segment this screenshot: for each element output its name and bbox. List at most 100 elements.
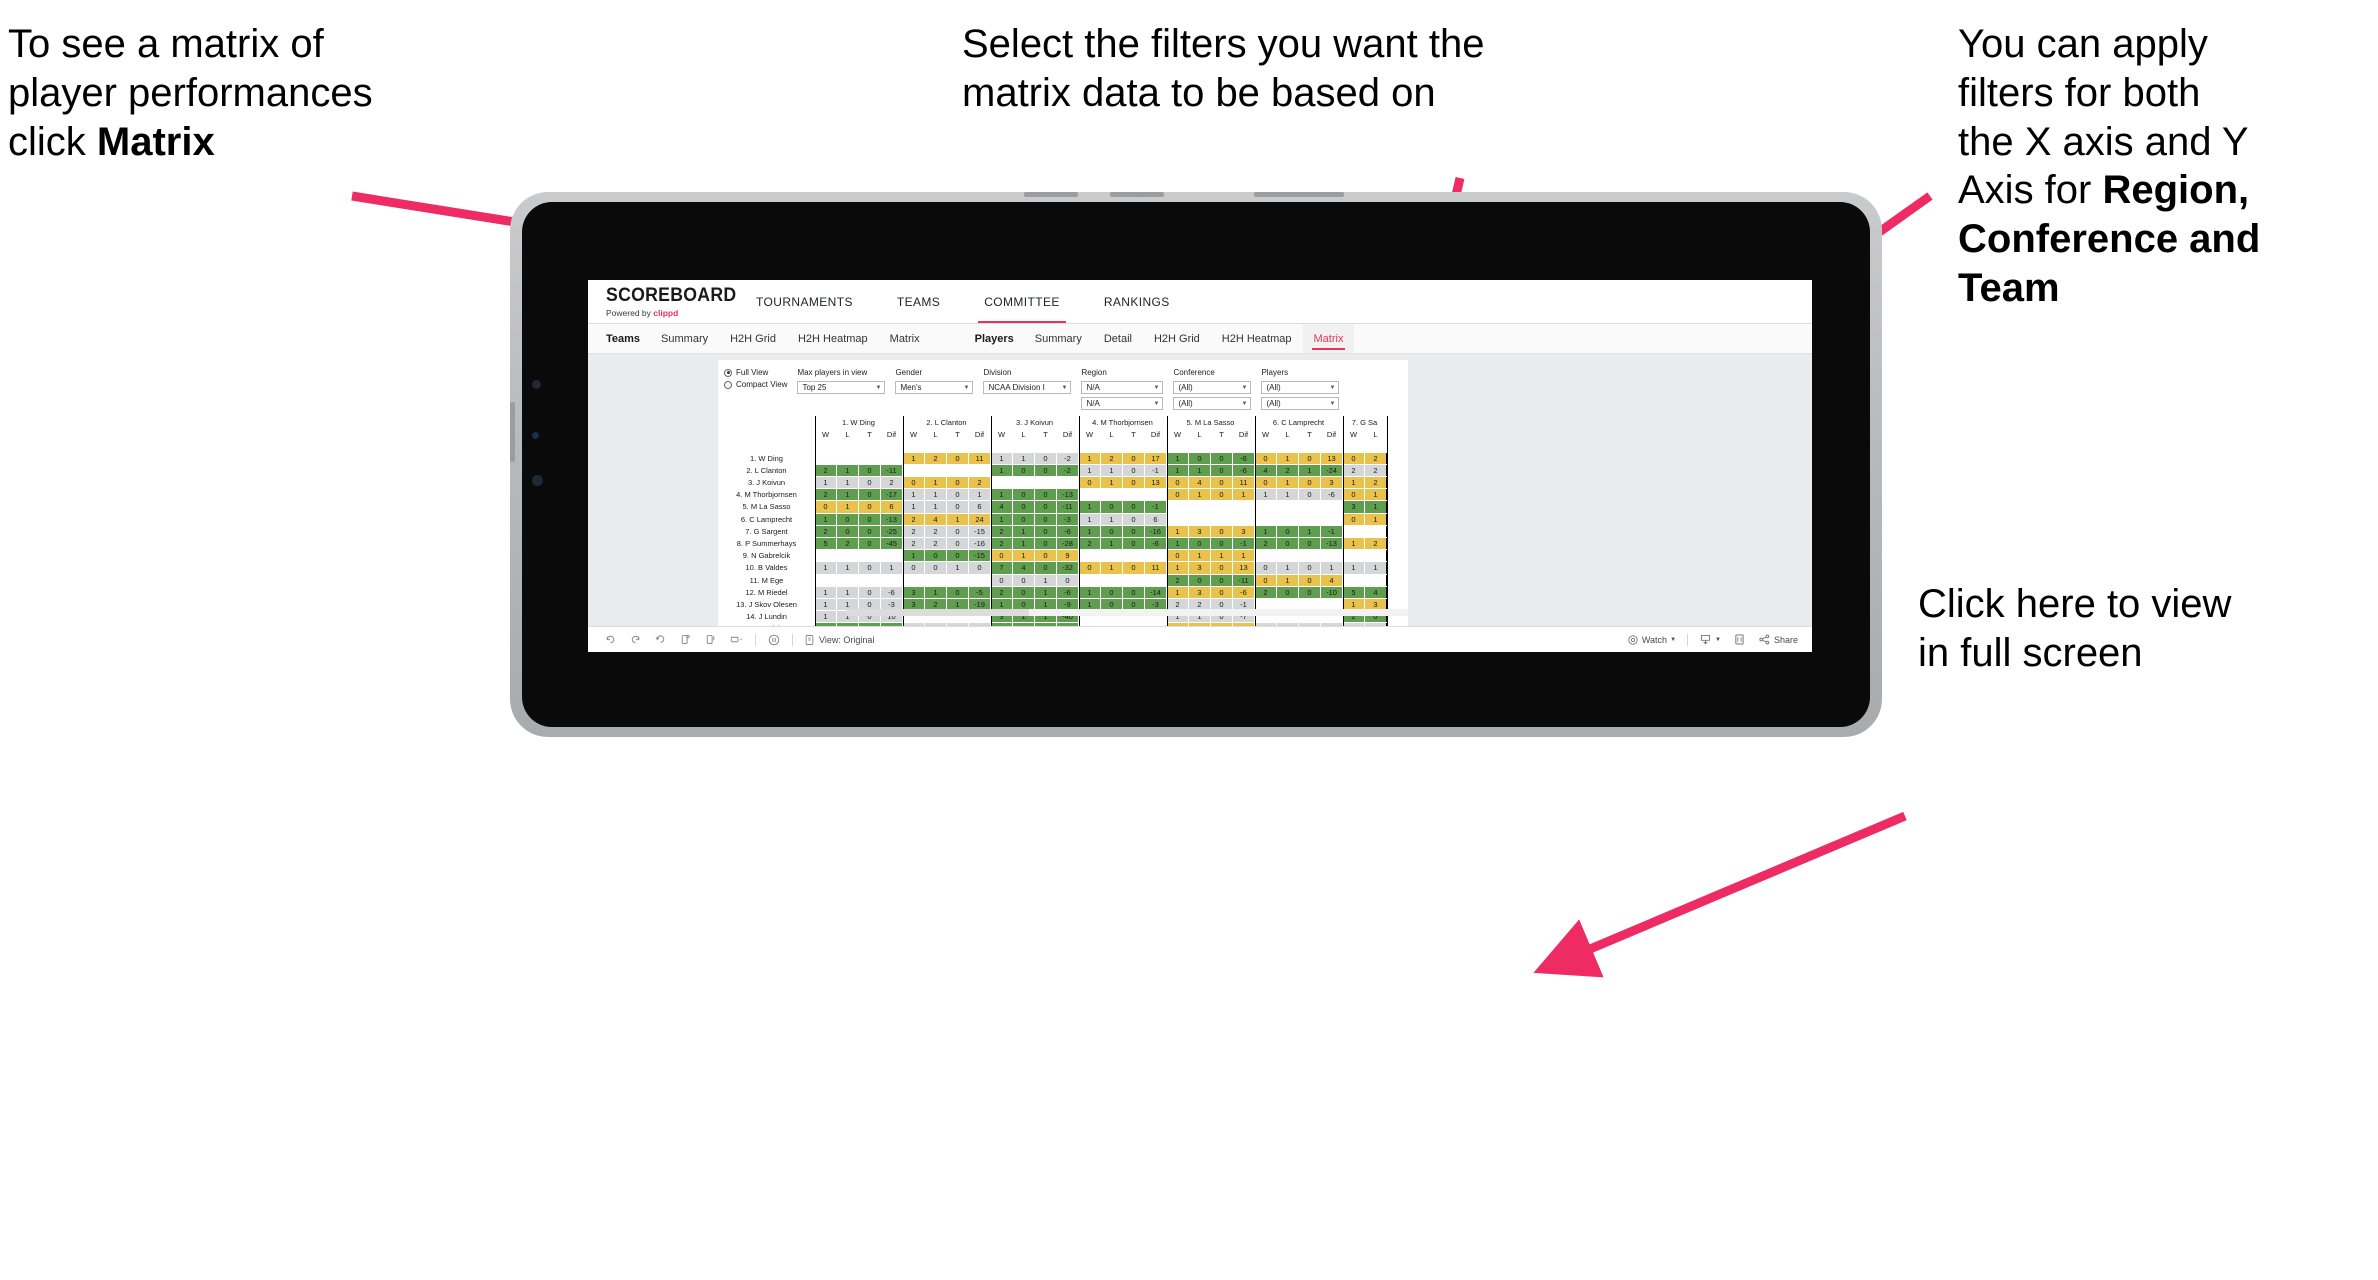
matrix-cell[interactable]: 0 (858, 500, 881, 514)
subnav-teams-matrix[interactable]: Matrix (879, 324, 931, 353)
matrix-row[interactable]: 10. B Valdes 1 1 0 1 0 0 1 0 7 4 0 -32 0 1 0 11 1 3 0 13 0 1 0 1… (718, 561, 1387, 575)
matrix-cell[interactable]: 0 (1100, 585, 1123, 600)
matrix-cell[interactable]: 0 (1188, 537, 1211, 551)
matrix-cell[interactable] (1100, 488, 1123, 502)
matrix-cell[interactable]: 0 (1342, 451, 1365, 465)
subnav-teams-summary[interactable]: Summary (650, 324, 719, 353)
matrix-cell[interactable] (946, 573, 969, 587)
matrix-cell[interactable]: 1 (1012, 524, 1035, 539)
matrix-cell[interactable]: 0 (1210, 488, 1233, 502)
matrix-cell[interactable] (814, 549, 837, 563)
matrix-cell[interactable]: 1 (814, 610, 837, 624)
matrix-cell[interactable]: 0 (1122, 524, 1145, 539)
matrix-cell[interactable]: 2 (1254, 585, 1277, 600)
matrix-cell[interactable]: 13 (1232, 561, 1255, 575)
matrix-cell[interactable] (1012, 475, 1035, 490)
matrix-cell[interactable]: 0 (1210, 561, 1233, 575)
matrix-cell[interactable]: -15 (968, 524, 991, 539)
matrix-cell[interactable]: 0 (1034, 512, 1057, 526)
matrix-cell[interactable]: 1 (1012, 537, 1035, 551)
matrix-cell[interactable]: 0 (1122, 451, 1145, 465)
matrix-cell[interactable]: 0 (1122, 475, 1145, 490)
volume-up-button[interactable] (1024, 192, 1078, 197)
matrix-row[interactable]: 11. M Ege 0 0 1 0 2 0 0 -11 0 1 0 4 (718, 573, 1387, 587)
matrix-cell[interactable]: 0 (1210, 463, 1233, 478)
matrix-cell[interactable]: 1 (1012, 549, 1035, 563)
undo-icon[interactable] (598, 633, 623, 646)
matrix-cell[interactable]: 2 (814, 488, 837, 502)
matrix-cell[interactable]: 7 (990, 561, 1013, 575)
matrix-cell[interactable]: 2 (1342, 463, 1365, 478)
matrix-cell[interactable]: 2 (924, 537, 947, 551)
matrix-cell[interactable]: 1 (1100, 512, 1123, 526)
device-layout-icon[interactable] (723, 633, 750, 646)
matrix-cell[interactable]: 1 (814, 475, 837, 490)
subnav-players-summary[interactable]: Summary (1024, 324, 1093, 353)
view-original-button[interactable]: View: Original (798, 634, 880, 646)
matrix-cell[interactable]: 1 (1276, 475, 1299, 490)
matrix-cell[interactable] (1232, 512, 1255, 526)
matrix-cell[interactable]: 13 (1320, 451, 1343, 465)
matrix-cell[interactable]: 0 (1122, 585, 1145, 600)
matrix-cell[interactable]: 0 (946, 451, 969, 465)
matrix-cell[interactable]: 1 (1188, 488, 1211, 502)
matrix-cell[interactable]: 1 (1364, 500, 1387, 514)
matrix-cell[interactable]: 0 (924, 549, 947, 563)
matrix-cell[interactable]: -45 (880, 537, 903, 551)
matrix-cell[interactable] (836, 549, 859, 563)
matrix-cell[interactable]: 0 (1166, 488, 1189, 502)
matrix-cell[interactable]: 0 (1210, 573, 1233, 587)
matrix-cell[interactable] (1056, 475, 1079, 490)
matrix-cell[interactable] (1364, 549, 1387, 563)
matrix-cell[interactable] (1320, 549, 1343, 563)
matrix-cell[interactable]: 0 (1210, 475, 1233, 490)
volume-down-button[interactable] (1110, 192, 1164, 197)
matrix-cell[interactable] (1122, 573, 1145, 587)
matrix-cell[interactable]: 0 (858, 561, 881, 575)
matrix-cell[interactable]: 1 (1342, 561, 1365, 575)
matrix-cell[interactable]: 0 (1210, 585, 1233, 600)
matrix-cell[interactable]: 0 (946, 524, 969, 539)
matrix-cell[interactable]: 1 (1166, 561, 1189, 575)
matrix-row[interactable]: 5. M La Sasso 0 1 0 6 1 1 0 6 4 0 0 -11 1 0 0 -1 3 1 (718, 500, 1387, 514)
filter-gender-select[interactable]: Men's ▼ (895, 381, 974, 394)
matrix-cell[interactable]: 1 (814, 561, 837, 575)
matrix-cell[interactable]: 1 (814, 598, 837, 612)
matrix-cell[interactable] (902, 463, 925, 478)
matrix-cell[interactable]: -3 (1056, 512, 1079, 526)
matrix-cell[interactable]: 1 (1188, 549, 1211, 563)
radio-compact-view[interactable]: Compact View (724, 380, 787, 389)
matrix-cell[interactable] (1144, 549, 1167, 563)
matrix-cell[interactable]: 2 (1364, 463, 1387, 478)
side-button[interactable] (510, 402, 515, 462)
matrix-cell[interactable]: 1 (836, 475, 859, 490)
matrix-cell[interactable] (1188, 500, 1211, 514)
matrix-cell[interactable]: 4 (1364, 585, 1387, 600)
matrix-cell[interactable] (814, 573, 837, 587)
matrix-cell[interactable]: 0 (858, 463, 881, 478)
matrix-cell[interactable]: 0 (902, 475, 925, 490)
subnav-teams-h2h-grid[interactable]: H2H Grid (719, 324, 787, 353)
matrix-cell[interactable]: 1 (836, 585, 859, 600)
matrix-cell[interactable] (1254, 512, 1277, 526)
matrix-cell[interactable]: 1 (902, 488, 925, 502)
matrix-cell[interactable]: 2 (814, 524, 837, 539)
matrix-cell[interactable]: 2 (902, 537, 925, 551)
matrix-cell[interactable]: 3 (1320, 475, 1343, 490)
matrix-cell[interactable]: 24 (968, 512, 991, 526)
matrix-row[interactable]: 1. W Ding 1 2 0 11 1 1 0 -2 1 2 0 17 1 0 0 -6 0 1 0 13 0 2 (718, 451, 1387, 465)
matrix-cell[interactable]: 1 (902, 500, 925, 514)
matrix-cell[interactable]: 6 (968, 500, 991, 514)
matrix-cell[interactable]: 0 (946, 475, 969, 490)
power-button[interactable] (1254, 192, 1344, 197)
matrix-cell[interactable]: -11 (880, 463, 903, 478)
matrix-cell[interactable]: 1 (924, 475, 947, 490)
matrix-cell[interactable]: 3 (1342, 500, 1365, 514)
matrix-cell[interactable]: 1 (1276, 573, 1299, 587)
matrix-cell[interactable]: 1 (1364, 488, 1387, 502)
subnav-players-h2h-grid[interactable]: H2H Grid (1143, 324, 1211, 353)
matrix-cell[interactable]: -6 (1232, 585, 1255, 600)
matrix-cell[interactable]: -2 (1056, 451, 1079, 465)
matrix-cell[interactable]: 0 (1122, 561, 1145, 575)
matrix-cell[interactable]: 0 (902, 561, 925, 575)
